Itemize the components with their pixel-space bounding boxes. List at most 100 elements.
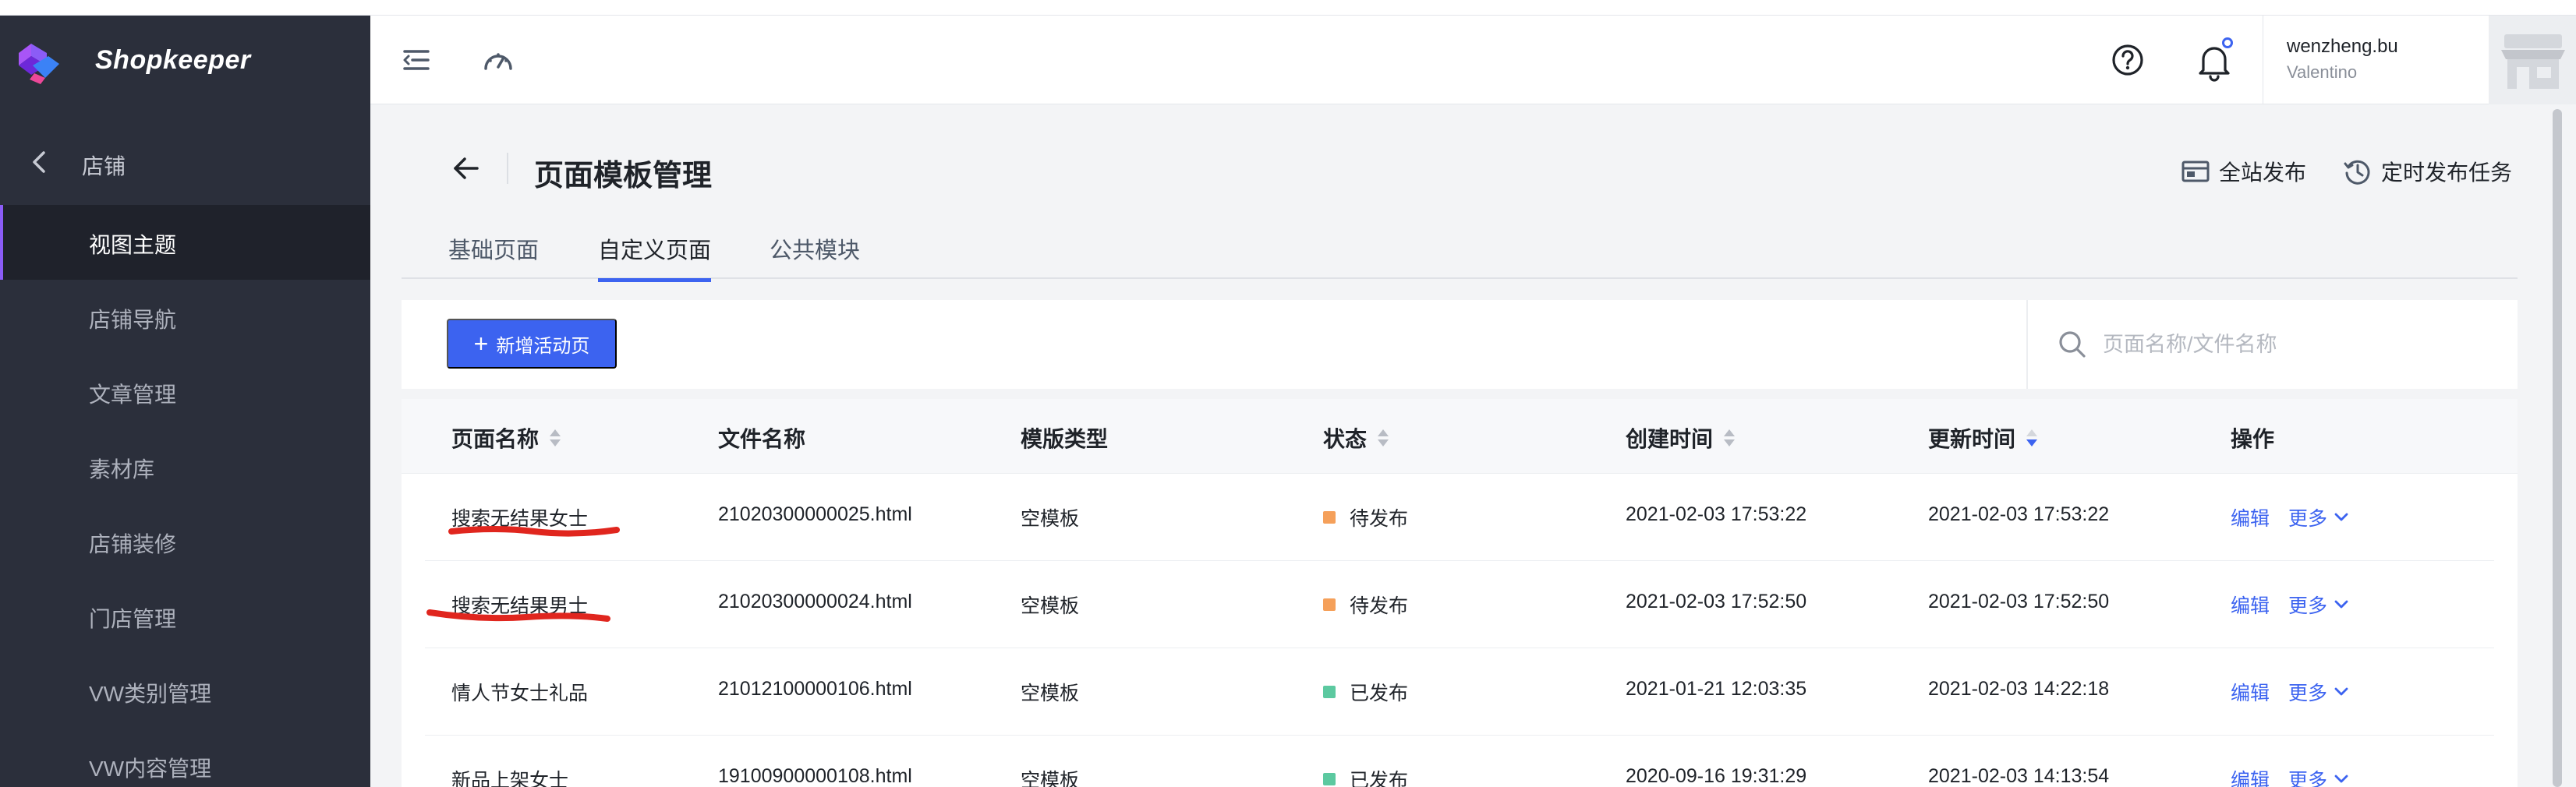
edit-link[interactable]: 编辑: [2231, 765, 2270, 787]
cell-status: 已发布: [1323, 765, 1408, 787]
sidebar-item-label: 文章管理: [89, 383, 177, 407]
back-arrow-icon[interactable]: [452, 154, 480, 182]
column-header-status[interactable]: 状态: [1323, 422, 1390, 453]
cell-file-name: 21020300000024.html: [718, 591, 912, 612]
edit-link[interactable]: 编辑: [2231, 678, 2270, 706]
tab-custom-pages[interactable]: 自定义页面: [598, 232, 712, 282]
sidebar-item-label: 视图主题: [89, 233, 177, 257]
table-toolbar: + 新增活动页: [402, 300, 2518, 389]
table-row: 新品上架女士 19100900000108.html 空模板 已发布 2020-…: [425, 736, 2494, 787]
cell-template-type: 空模板: [1021, 770, 1080, 787]
more-dropdown[interactable]: 更多: [2288, 591, 2349, 619]
sidebar-item-label: 门店管理: [89, 607, 177, 631]
status-label: 待发布: [1350, 508, 1409, 530]
sidebar-item-label: 素材库: [89, 457, 155, 482]
annotation-underline: [426, 609, 610, 622]
table-row: 情人节女士礼品 21012100000106.html 空模板 已发布 2021…: [425, 648, 2494, 736]
cell-updated-time: 2021-02-03 17:53:22: [1928, 503, 2110, 525]
header-divider: [507, 153, 508, 184]
status-published-dot: [1323, 686, 1336, 698]
notification-dot: [2222, 37, 2233, 48]
column-header-updated[interactable]: 更新时间: [1928, 422, 2039, 453]
cell-operations: 编辑 更多: [2231, 765, 2349, 787]
sidebar-item-vw-content[interactable]: VW内容管理: [0, 729, 370, 787]
store-icon: [2501, 34, 2565, 89]
cell-page-name: 新品上架女士: [451, 770, 569, 787]
sidebar-item-vw-category[interactable]: VW类别管理: [0, 654, 370, 729]
add-activity-page-button[interactable]: + 新增活动页: [447, 319, 617, 369]
user-org: Valentino: [2287, 62, 2358, 82]
cell-file-name: 19100900000108.html: [718, 765, 912, 787]
sidebar-item-stores[interactable]: 门店管理: [0, 579, 370, 654]
sidebar-item-assets[interactable]: 素材库: [0, 429, 370, 504]
scrollbar-thumb[interactable]: [2553, 109, 2562, 787]
notifications[interactable]: [2197, 37, 2235, 82]
edit-link[interactable]: 编辑: [2231, 591, 2270, 619]
column-header-created[interactable]: 创建时间: [1626, 422, 1736, 453]
pages-table: 页面名称 文件名称 模版类型 状态 创建时间 更新时间 操作 搜索无结果女士 2…: [402, 399, 2518, 787]
sidebar-item-decoration[interactable]: 店铺装修: [0, 504, 370, 579]
column-header-label: 创建时间: [1626, 427, 1714, 451]
sidebar-item-articles[interactable]: 文章管理: [0, 355, 370, 429]
cell-created-time: 2021-02-03 17:52:50: [1626, 591, 1807, 612]
cell-template-type: 空模板: [1021, 683, 1080, 704]
column-header-label: 页面名称: [451, 427, 540, 451]
add-activity-page-label: 新增活动页: [496, 335, 590, 357]
tab-basic-pages[interactable]: 基础页面: [448, 232, 539, 281]
sidebar-back[interactable]: 店铺: [0, 132, 370, 195]
chevron-down-icon: [2334, 600, 2348, 609]
browser-window-icon: [2181, 161, 2210, 182]
search-input[interactable]: [2103, 323, 2493, 365]
sidebar-nav: 视图主题 店铺导航 文章管理 素材库 店铺装修 门店管理 VW类别管理 VW内容…: [0, 205, 370, 787]
app-name: Shopkeeper: [95, 45, 251, 75]
cell-status: 待发布: [1323, 591, 1408, 619]
publish-all-button[interactable]: 全站发布: [2181, 156, 2306, 187]
user-menu[interactable]: wenzheng.bu Valentino: [2263, 16, 2489, 104]
plus-icon: +: [473, 330, 489, 358]
cell-file-name: 21020300000025.html: [718, 503, 912, 525]
cell-updated-time: 2021-02-03 14:22:18: [1928, 678, 2110, 700]
sort-icon: [1724, 429, 1736, 446]
column-header-label: 文件名称: [718, 427, 806, 451]
browser-top-edge: [0, 0, 2576, 16]
cell-page-name: 情人节女士礼品: [451, 683, 589, 704]
cell-created-time: 2021-02-03 17:53:22: [1626, 503, 1807, 525]
sidebar-item-label: VW内容管理: [89, 757, 212, 781]
more-label: 更多: [2288, 508, 2328, 530]
cell-template-type: 空模板: [1021, 508, 1080, 530]
store-avatar[interactable]: [2489, 16, 2576, 104]
more-dropdown[interactable]: 更多: [2288, 765, 2349, 787]
menu-collapse-icon[interactable]: [402, 45, 431, 75]
column-header-file: 文件名称: [718, 422, 805, 453]
sidebar-back-label: 店铺: [82, 154, 126, 178]
sidebar-item-store-nav[interactable]: 店铺导航: [0, 280, 370, 355]
search-icon: [2059, 331, 2086, 358]
column-header-type: 模版类型: [1021, 422, 1108, 453]
table-header: 页面名称 文件名称 模版类型 状态 创建时间 更新时间 操作: [402, 399, 2518, 474]
clock-history-icon: [2344, 160, 2370, 185]
dashboard-icon[interactable]: [483, 47, 514, 73]
help-icon[interactable]: [2111, 44, 2144, 76]
chevron-down-icon: [2334, 687, 2348, 696]
top-bar: wenzheng.bu Valentino: [370, 16, 2576, 104]
tab-shared-modules[interactable]: 公共模块: [770, 232, 860, 281]
chevron-left-icon: [33, 151, 45, 173]
sidebar-item-view-theme[interactable]: 视图主题: [0, 205, 370, 280]
sidebar-item-label: VW类别管理: [89, 682, 212, 706]
status-label: 已发布: [1350, 770, 1409, 787]
chevron-down-icon: [2334, 513, 2348, 521]
scheduled-publish-button[interactable]: 定时发布任务: [2344, 156, 2512, 187]
cell-updated-time: 2021-02-03 17:52:50: [1928, 591, 2110, 612]
more-dropdown[interactable]: 更多: [2288, 503, 2349, 531]
column-header-name[interactable]: 页面名称: [451, 422, 562, 453]
sidebar: Shopkeeper 店铺 视图主题 店铺导航 文章管理 素材库 店铺装修 门店…: [0, 16, 370, 787]
sort-icon: [1378, 429, 1389, 446]
sidebar-item-label: 店铺导航: [89, 308, 177, 332]
brand[interactable]: Shopkeeper: [0, 16, 370, 109]
sidebar-item-label: 店铺装修: [89, 532, 177, 556]
edit-link[interactable]: 编辑: [2231, 503, 2270, 531]
cell-status: 已发布: [1323, 678, 1408, 706]
publish-all-label: 全站发布: [2219, 161, 2307, 185]
more-dropdown[interactable]: 更多: [2288, 678, 2349, 706]
more-label: 更多: [2288, 770, 2328, 787]
